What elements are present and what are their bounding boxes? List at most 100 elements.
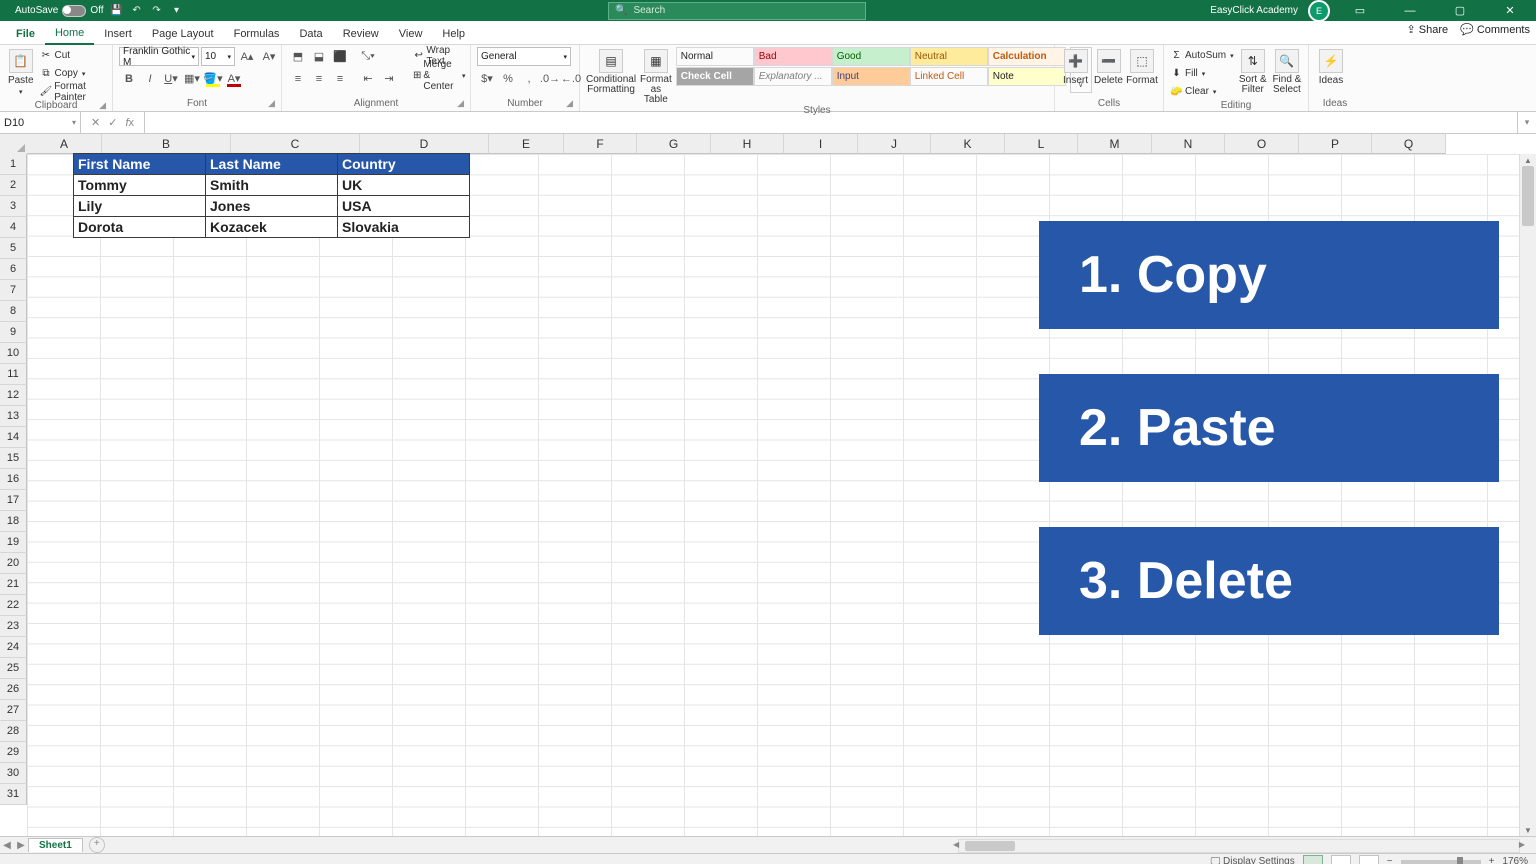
column-header[interactable]: J	[858, 134, 931, 154]
align-left-icon[interactable]: ≡	[288, 69, 308, 88]
dialog-launcher-icon[interactable]: ◢	[457, 98, 464, 109]
format-painter-button[interactable]: 🖌Format Painter	[40, 83, 107, 100]
row-header[interactable]: 15	[0, 448, 27, 469]
sort-filter-button[interactable]: ⇅Sort & Filter	[1238, 47, 1268, 95]
style-explanatory[interactable]: Explanatory ...	[754, 67, 832, 86]
style-check-cell[interactable]: Check Cell	[676, 67, 754, 86]
column-header[interactable]: M	[1078, 134, 1152, 154]
save-icon[interactable]: 💾	[110, 4, 124, 18]
tab-help[interactable]: Help	[432, 24, 475, 44]
row-header[interactable]: 4	[0, 217, 27, 238]
row-header[interactable]: 11	[0, 364, 27, 385]
table-header-cell[interactable]: Last Name	[205, 153, 338, 175]
share-button[interactable]: ⇪Share	[1407, 23, 1449, 36]
normal-view-icon[interactable]	[1303, 855, 1323, 864]
clear-button[interactable]: 🧽Clear▾	[1170, 83, 1234, 100]
zoom-slider[interactable]	[1401, 860, 1481, 864]
redo-icon[interactable]: ↷	[150, 4, 164, 18]
row-header[interactable]: 19	[0, 532, 27, 553]
format-cells-button[interactable]: ⬚Format	[1127, 47, 1157, 86]
column-header[interactable]: E	[489, 134, 564, 154]
scrollbar-thumb[interactable]	[965, 841, 1015, 851]
row-header[interactable]: 21	[0, 574, 27, 595]
zoom-out-icon[interactable]: −	[1387, 856, 1393, 864]
row-header[interactable]: 7	[0, 280, 27, 301]
format-as-table-button[interactable]: ▦Format as Table	[640, 47, 672, 105]
column-header[interactable]: I	[784, 134, 858, 154]
tab-data[interactable]: Data	[289, 24, 332, 44]
underline-icon[interactable]: U▾	[161, 69, 181, 88]
style-good[interactable]: Good	[832, 47, 910, 66]
delete-cells-button[interactable]: ➖Delete	[1094, 47, 1123, 86]
worksheet-grid[interactable]: ABCDEFGHIJKLMNOPQ 1234567891011121314151…	[0, 134, 1536, 836]
column-header[interactable]: L	[1005, 134, 1078, 154]
table-cell[interactable]: Smith	[205, 174, 338, 196]
qat-customize-icon[interactable]: ▾	[170, 4, 184, 18]
ribbon-display-icon[interactable]: ▭	[1340, 0, 1380, 21]
row-header[interactable]: 2	[0, 175, 27, 196]
style-neutral[interactable]: Neutral	[910, 47, 988, 66]
column-header[interactable]: G	[637, 134, 711, 154]
column-header[interactable]: B	[102, 134, 231, 154]
row-header[interactable]: 28	[0, 721, 27, 742]
row-header[interactable]: 9	[0, 322, 27, 343]
table-cell[interactable]: UK	[337, 174, 470, 196]
table-cell[interactable]: Dorota	[73, 216, 206, 238]
align-center-icon[interactable]: ≡	[309, 69, 329, 88]
autosave-toggle[interactable]: AutoSave Off	[15, 5, 104, 17]
page-break-view-icon[interactable]	[1359, 855, 1379, 864]
table-cell[interactable]: Slovakia	[337, 216, 470, 238]
account-name[interactable]: EasyClick Academy	[1210, 5, 1298, 16]
font-color-icon[interactable]: A▾	[224, 69, 244, 88]
autosum-button[interactable]: ΣAutoSum▾	[1170, 47, 1234, 64]
table-cell[interactable]: Lily	[73, 195, 206, 217]
find-select-button[interactable]: 🔍Find & Select	[1272, 47, 1302, 95]
style-input[interactable]: Input	[832, 67, 910, 86]
cut-button[interactable]: ✂Cut	[40, 47, 107, 64]
table-header-cell[interactable]: First Name	[73, 153, 206, 175]
column-header[interactable]: D	[360, 134, 489, 154]
fx-icon[interactable]: fx	[125, 117, 134, 129]
border-icon[interactable]: ▦▾	[182, 69, 202, 88]
avatar[interactable]: E	[1308, 0, 1330, 22]
table-header-cell[interactable]: Country	[337, 153, 470, 175]
decrease-decimal-icon[interactable]: ←.0	[561, 69, 581, 88]
row-header[interactable]: 27	[0, 700, 27, 721]
align-top-icon[interactable]: ⬒	[288, 47, 308, 66]
row-header[interactable]: 16	[0, 469, 27, 490]
row-header[interactable]: 1	[0, 154, 27, 175]
align-right-icon[interactable]: ≡	[330, 69, 350, 88]
sheet-nav-next-icon[interactable]: ▶	[14, 840, 28, 851]
copy-button[interactable]: ⧉Copy▾	[40, 65, 107, 82]
row-header[interactable]: 12	[0, 385, 27, 406]
tab-home[interactable]: Home	[45, 23, 94, 45]
row-header[interactable]: 3	[0, 196, 27, 217]
align-bottom-icon[interactable]: ⬛	[330, 47, 350, 66]
merge-center-button[interactable]: ⊞Merge & Center▾	[413, 67, 466, 84]
row-header[interactable]: 8	[0, 301, 27, 322]
scroll-down-icon[interactable]: ▼	[1520, 824, 1536, 836]
formula-bar-expand-icon[interactable]: ▾	[1517, 112, 1536, 133]
row-header[interactable]: 20	[0, 553, 27, 574]
column-header[interactable]: K	[931, 134, 1005, 154]
sheet-nav-prev-icon[interactable]: ◀	[0, 840, 14, 851]
percent-icon[interactable]: %	[498, 69, 518, 88]
font-name-combo[interactable]: Franklin Gothic M▾	[119, 47, 199, 66]
enter-formula-icon[interactable]: ✓	[108, 116, 117, 129]
row-header[interactable]: 23	[0, 616, 27, 637]
select-all-button[interactable]	[0, 134, 28, 155]
scroll-up-icon[interactable]: ▲	[1520, 154, 1536, 166]
minimize-icon[interactable]: —	[1390, 0, 1430, 21]
page-layout-view-icon[interactable]	[1331, 855, 1351, 864]
row-header[interactable]: 24	[0, 637, 27, 658]
cancel-formula-icon[interactable]: ✕	[91, 116, 100, 129]
horizontal-scrollbar[interactable]: ◀ ▶	[958, 839, 1520, 853]
row-header[interactable]: 31	[0, 784, 27, 805]
search-input[interactable]: 🔍 Search	[608, 2, 866, 20]
tab-insert[interactable]: Insert	[94, 24, 142, 44]
decrease-indent-icon[interactable]: ⇤	[358, 69, 378, 88]
tab-file[interactable]: File	[6, 24, 45, 44]
maximize-icon[interactable]: ▢	[1440, 0, 1480, 21]
style-linked-cell[interactable]: Linked Cell	[910, 67, 988, 86]
row-header[interactable]: 13	[0, 406, 27, 427]
